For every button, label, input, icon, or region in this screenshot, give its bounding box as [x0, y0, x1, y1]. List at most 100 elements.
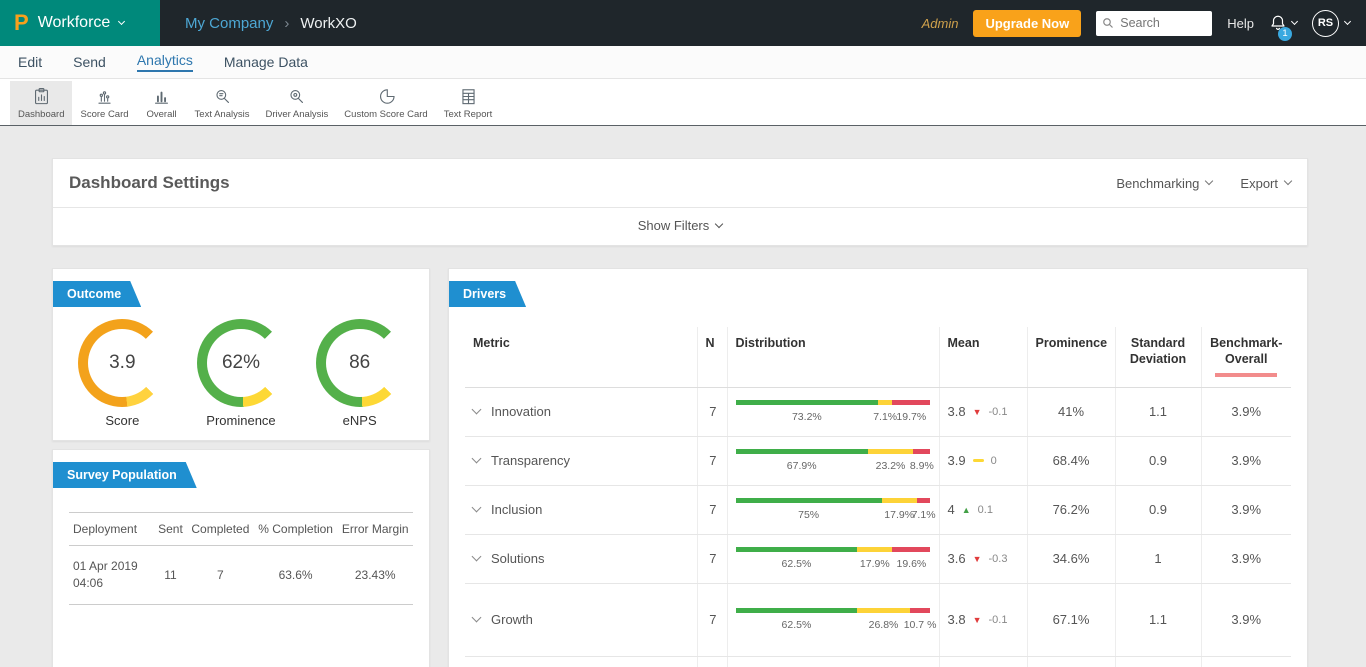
survey-header-sent: Sent	[153, 511, 187, 547]
survey-row: 01 Apr 2019 04:06 11 7 63.6% 23.43%	[69, 545, 413, 605]
toolbar-item-text-report[interactable]: Text Report	[436, 81, 501, 125]
driver-prominence: 34.6%	[1027, 534, 1116, 584]
distribution-green-label: 75%	[798, 508, 820, 521]
help-link[interactable]: Help	[1227, 16, 1254, 31]
user-menu[interactable]: RS	[1312, 9, 1352, 37]
gauge-arc: 62%	[196, 319, 285, 407]
driver-n: 7	[697, 436, 728, 486]
drivers-table: Metric N Distribution Mean Prominence St…	[465, 327, 1291, 667]
driver-row: Innovation 7 73.2% 7.1% 19.7% 3.8 ▼ -0.1…	[465, 387, 1291, 437]
chevron-down-icon	[1290, 17, 1299, 25]
dashboard-icon	[34, 87, 48, 104]
driver-benchmark: 3.9%	[1201, 387, 1291, 437]
avatar: RS	[1312, 9, 1339, 37]
chevron-down-icon	[1343, 17, 1352, 25]
drivers-ribbon: Drivers	[449, 281, 526, 307]
tab-edit[interactable]: Edit	[18, 54, 42, 70]
toolbar-item-overall[interactable]: Overall	[137, 81, 187, 125]
tab-analytics[interactable]: Analytics	[136, 52, 193, 72]
show-filters-toggle[interactable]: Show Filters	[53, 208, 1307, 245]
drivers-header-prominence: Prominence	[1027, 327, 1116, 388]
benchmark-underline	[1215, 372, 1278, 377]
topbar: P Workforce My Company › WorkXO Admin Up…	[0, 0, 1366, 46]
tab-send[interactable]: Send	[73, 54, 106, 70]
driver-std-deviation: 0.9	[1115, 485, 1202, 535]
toolbar-item-score-card[interactable]: Score Card	[72, 81, 136, 125]
driver-metric-name: Innovation	[491, 404, 551, 419]
driver-n: 7	[697, 387, 728, 437]
breadcrumb: My Company › WorkXO	[185, 15, 357, 32]
distribution-red-label: 7.1%	[911, 508, 936, 521]
notification-badge: 1	[1278, 27, 1292, 41]
driver-metric-name: Inclusion	[491, 502, 543, 517]
tab-manage-data[interactable]: Manage Data	[224, 54, 308, 70]
benchmarking-dropdown[interactable]: Benchmarking	[1116, 176, 1214, 191]
driver-mean: 4	[947, 502, 955, 517]
brand-logo: P	[14, 10, 29, 35]
text-report-icon	[461, 88, 475, 104]
driver-benchmark: 3.9%	[1201, 583, 1291, 657]
upgrade-now-button[interactable]: Upgrade Now	[973, 9, 1082, 37]
expand-chevron-down-icon[interactable]	[471, 551, 482, 562]
driver-std-deviation: 1	[1115, 656, 1202, 667]
left-column: Outcome 3.9 Score 62% Prominence 86 eNPS…	[52, 268, 430, 667]
notifications-button[interactable]: 1	[1269, 14, 1299, 41]
toolbar-item-custom-score-card[interactable]: Custom Score Card	[336, 81, 435, 125]
drivers-table-body: Innovation 7 73.2% 7.1% 19.7% 3.8 ▼ -0.1…	[465, 387, 1291, 667]
distribution-yellow-label: 26.8%	[868, 618, 899, 631]
driver-std-deviation: 1.1	[1115, 387, 1202, 437]
driver-row: Growth 7 62.5% 26.8% 10.7 % 3.8 ▼ -0.1 6…	[465, 583, 1291, 657]
trend-icon: ▼	[972, 406, 982, 417]
breadcrumb-company[interactable]: My Company	[185, 15, 273, 32]
export-dropdown[interactable]: Export	[1240, 176, 1293, 191]
distribution-green-segment	[735, 607, 858, 613]
search-box	[1096, 10, 1213, 36]
gauge-arc: 3.9	[78, 319, 167, 407]
expand-chevron-down-icon[interactable]	[471, 612, 482, 623]
driver-mean: 3.8	[947, 612, 966, 627]
expand-chevron-down-icon[interactable]	[471, 502, 482, 513]
gauge-enps: 86 eNPS	[315, 319, 404, 428]
distribution-green-segment	[735, 546, 858, 552]
expand-chevron-down-icon[interactable]	[471, 404, 482, 415]
driver-metric-name: Transparency	[491, 453, 570, 468]
driver-metric-name: Growth	[491, 612, 533, 627]
chevron-down-icon	[715, 219, 724, 228]
toolbar-item-text-analysis[interactable]: Text Analysis	[187, 81, 258, 125]
driver-prominence: 59.5%	[1027, 656, 1116, 667]
distribution-bar	[735, 448, 931, 454]
product-name: Workforce	[37, 14, 111, 31]
driver-benchmark: 3.9%	[1201, 485, 1291, 535]
distribution-yellow-segment	[878, 399, 893, 405]
distribution-bar	[735, 497, 931, 503]
driver-n: 7	[697, 485, 728, 535]
distribution-yellow-label: 23.2%	[875, 459, 906, 472]
drivers-header-mean: Mean	[939, 327, 1028, 388]
product-switcher[interactable]: P Workforce	[0, 0, 160, 46]
driver-std-deviation: 0.9	[1115, 436, 1202, 486]
driver-metric-name: Solutions	[491, 551, 545, 566]
main-tabs: Edit Send Analytics Manage Data	[0, 46, 1366, 79]
expand-chevron-down-icon[interactable]	[471, 453, 482, 464]
driver-mean: 3.8	[947, 404, 966, 419]
toolbar-item-driver-analysis[interactable]: Driver Analysis	[257, 81, 336, 125]
chevron-down-icon	[118, 17, 126, 25]
page-title: Dashboard Settings	[69, 173, 230, 192]
search-icon	[1103, 17, 1114, 28]
chevron-down-icon	[1283, 176, 1293, 186]
driver-row: Solutions 7 62.5% 17.9% 19.6% 3.6 ▼ -0.3…	[465, 534, 1291, 584]
driver-prominence: 67.1%	[1027, 583, 1116, 657]
survey-completion: 63.6%	[253, 545, 338, 605]
breadcrumb-separator: ›	[284, 14, 290, 32]
driver-mean: 3.9	[947, 453, 966, 468]
dashboard-settings-card: Dashboard Settings Benchmarking Export S…	[52, 158, 1308, 246]
trend-icon: ▲	[961, 504, 971, 515]
toolbar-item-dashboard[interactable]: Dashboard	[10, 81, 73, 125]
survey-population-card: Survey Population Deployment Sent Comple…	[52, 449, 430, 667]
analytics-toolbar: Dashboard Score Card Overall Text Analys…	[0, 79, 1366, 126]
drivers-header-n: N	[697, 327, 728, 388]
distribution-green-label: 62.5%	[781, 557, 812, 570]
driver-delta: 0	[990, 454, 997, 467]
distribution-bar	[735, 399, 931, 405]
gauge-score: 3.9 Score	[78, 319, 167, 428]
